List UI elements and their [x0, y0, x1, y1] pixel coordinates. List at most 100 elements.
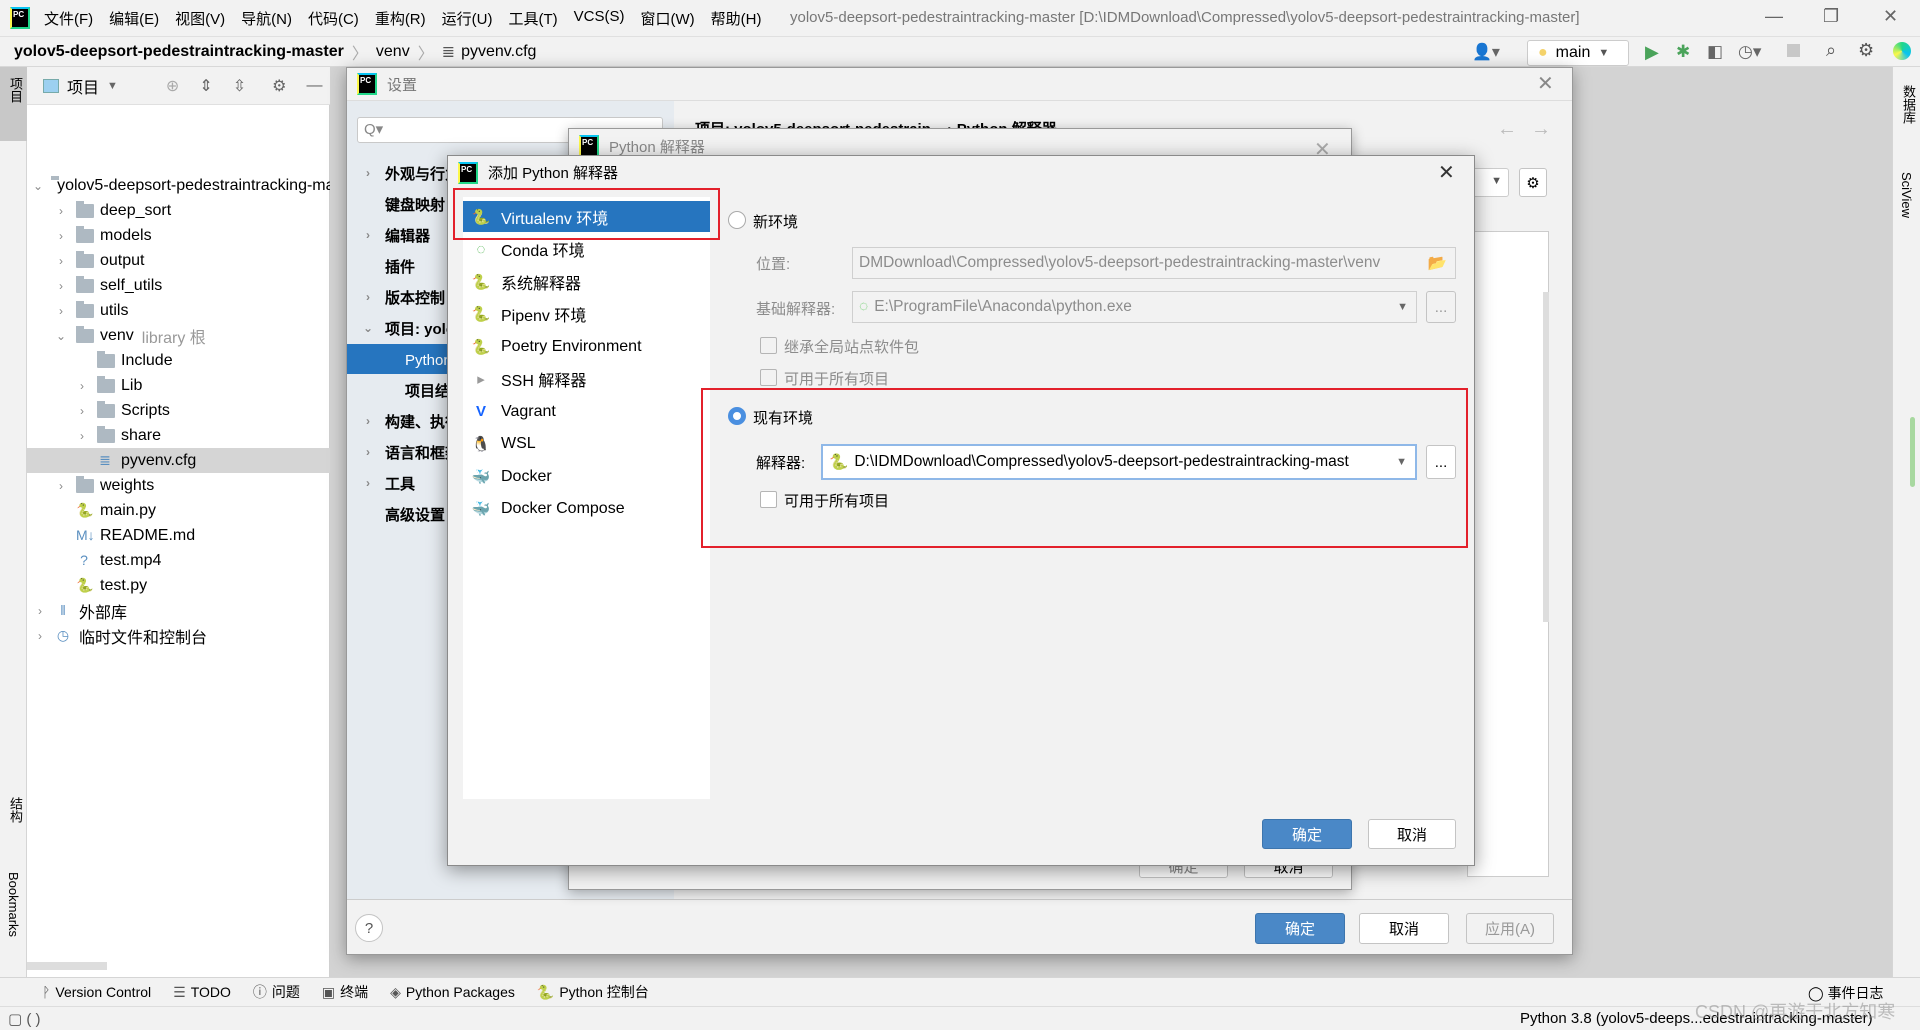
- vcs-user-icon[interactable]: 👤▾: [1472, 42, 1500, 62]
- interpreter-type-item[interactable]: 🐳 Docker: [463, 461, 710, 492]
- settings-gear-icon[interactable]: ⚙: [1858, 40, 1874, 61]
- forward-arrow-icon[interactable]: →: [1531, 118, 1551, 141]
- tree-item[interactable]: › self_utils: [27, 273, 330, 298]
- existing-environment-radio[interactable]: [728, 407, 746, 425]
- interpreter-type-item[interactable]: 🐧 WSL: [463, 429, 710, 460]
- close-window-button[interactable]: ✕: [1883, 6, 1898, 27]
- chevron-right-icon[interactable]: ›: [75, 404, 89, 418]
- gear-icon[interactable]: ⚙: [272, 76, 286, 96]
- minimize-button[interactable]: —: [1765, 6, 1783, 27]
- tool-window-button[interactable]: ◈ Python Packages: [390, 984, 515, 1001]
- chevron-down-icon[interactable]: ⌄: [33, 179, 43, 193]
- base-interpreter-dropdown[interactable]: ◌ E:\ProgramFile\Anaconda\python.exe ▼: [852, 291, 1417, 323]
- chevron-right-icon[interactable]: ›: [54, 229, 68, 243]
- menu-item[interactable]: 视图(V): [175, 8, 225, 29]
- tree-item[interactable]: ? test.mp4: [27, 548, 330, 573]
- structure-tool-tab[interactable]: 结构: [6, 797, 25, 823]
- help-button[interactable]: ?: [355, 914, 383, 942]
- tree-item[interactable]: › utils: [27, 298, 330, 323]
- chevron-right-icon[interactable]: ›: [33, 629, 47, 643]
- interpreter-type-item[interactable]: 🐍 Poetry Environment: [463, 331, 710, 362]
- tree-item[interactable]: Include: [27, 348, 330, 373]
- interpreter-browse-button[interactable]: ...: [1426, 445, 1456, 479]
- menu-item[interactable]: 编辑(E): [109, 8, 159, 29]
- chevron-right-icon[interactable]: ›: [54, 204, 68, 218]
- hide-icon[interactable]: —: [306, 77, 322, 95]
- coverage-icon[interactable]: ◧: [1707, 42, 1723, 62]
- project-view-selector[interactable]: 项目: [67, 74, 99, 98]
- search-icon[interactable]: ⌕: [1826, 40, 1836, 61]
- tree-item[interactable]: › weights: [27, 473, 330, 498]
- back-arrow-icon[interactable]: ←: [1497, 118, 1517, 141]
- menu-item[interactable]: 代码(C): [308, 8, 359, 29]
- menu-item[interactable]: 重构(R): [375, 8, 426, 29]
- chevron-right-icon[interactable]: ›: [33, 604, 47, 618]
- run-config-selector[interactable]: ● main ▼: [1527, 40, 1629, 66]
- jetbrains-toolbox-icon[interactable]: [1893, 42, 1911, 60]
- menu-item[interactable]: 导航(N): [241, 8, 292, 29]
- tree-item[interactable]: ⌄ yolov5-deepsort-pedestraintracking-mast…: [27, 173, 330, 198]
- chevron-down-icon[interactable]: ⌄: [54, 329, 68, 343]
- settings-apply-button[interactable]: 应用(A): [1466, 913, 1554, 944]
- collapse-all-icon[interactable]: ⇳: [233, 76, 246, 96]
- menu-item[interactable]: 文件(F): [44, 8, 93, 29]
- tree-item[interactable]: › models: [27, 223, 330, 248]
- tree-item[interactable]: › ǁ 外部库: [27, 598, 330, 623]
- chevron-right-icon[interactable]: ›: [75, 429, 89, 443]
- interpreter-type-item[interactable]: 🐍 系统解释器: [463, 266, 710, 297]
- new-env-all-projects-checkbox[interactable]: [760, 369, 777, 386]
- breadcrumb-project[interactable]: yolov5-deepsort-pedestraintracking-maste…: [14, 43, 344, 61]
- project-tool-tab[interactable]: 项目: [6, 77, 25, 103]
- restore-button[interactable]: ❐: [1823, 6, 1839, 27]
- folder-browse-icon[interactable]: 📂: [1428, 254, 1447, 273]
- chevron-right-icon[interactable]: ›: [54, 479, 68, 493]
- interpreter-dropdown[interactable]: 🐍 D:\IDMDownload\Compressed\yolov5-deepso…: [821, 444, 1417, 480]
- tree-item[interactable]: › Lib: [27, 373, 330, 398]
- location-field[interactable]: DMDownload\Compressed\yolov5-deepsort-pe…: [852, 247, 1456, 279]
- toggle-tool-windows-icon[interactable]: ▢ ( ): [8, 1010, 41, 1028]
- interpreter-type-item[interactable]: ▸ SSH 解释器: [463, 364, 710, 395]
- horizontal-scrollbar[interactable]: [27, 962, 107, 970]
- interpreter-type-item[interactable]: 🐳 Docker Compose: [463, 494, 710, 525]
- settings-ok-button[interactable]: 确定: [1255, 913, 1345, 944]
- new-environment-radio[interactable]: [728, 211, 746, 229]
- sciview-tool-tab[interactable]: SciView: [1899, 172, 1914, 218]
- menu-item[interactable]: VCS(S): [574, 8, 625, 29]
- tool-window-button[interactable]: ☰ TODO: [173, 984, 231, 1001]
- tree-item[interactable]: › Scripts: [27, 398, 330, 423]
- add-interpreter-close-button[interactable]: ✕: [1438, 160, 1455, 185]
- tool-window-button[interactable]: ⓘ 问题: [253, 982, 300, 1002]
- stop-icon[interactable]: [1787, 44, 1800, 57]
- chevron-right-icon[interactable]: ›: [75, 379, 89, 393]
- profile-icon[interactable]: ◷▾: [1738, 42, 1761, 62]
- interpreter-gear-button[interactable]: ⚙: [1519, 168, 1547, 197]
- interpreter-type-item[interactable]: V Vagrant: [463, 396, 710, 427]
- chevron-right-icon[interactable]: ›: [54, 254, 68, 268]
- settings-cancel-button[interactable]: 取消: [1359, 913, 1449, 944]
- existing-env-all-projects-checkbox[interactable]: [760, 491, 777, 508]
- expand-all-icon[interactable]: ⇕: [199, 76, 212, 96]
- settings-close-button[interactable]: ✕: [1537, 71, 1554, 96]
- interpreter-type-item[interactable]: 🐍 Pipenv 环境: [463, 299, 710, 330]
- tree-item[interactable]: ≣ pyvenv.cfg: [27, 448, 330, 473]
- tree-item[interactable]: › output: [27, 248, 330, 273]
- tree-item[interactable]: 🐍 test.py: [27, 573, 330, 598]
- vertical-scrollbar[interactable]: [1543, 292, 1549, 622]
- breadcrumb-file[interactable]: pyvenv.cfg: [461, 43, 536, 61]
- menu-item[interactable]: 运行(U): [442, 8, 493, 29]
- menu-item[interactable]: 工具(T): [508, 8, 557, 29]
- tool-window-button[interactable]: ▣ 终端: [322, 982, 368, 1002]
- locate-icon[interactable]: ⊕: [166, 76, 179, 96]
- tree-item[interactable]: ⌄ venv library 根: [27, 323, 330, 348]
- tree-item[interactable]: › share: [27, 423, 330, 448]
- tool-window-button[interactable]: 🐍 Python 控制台: [537, 982, 649, 1002]
- bookmarks-tool-tab[interactable]: Bookmarks: [6, 872, 21, 937]
- base-interpreter-browse-button[interactable]: ...: [1426, 291, 1456, 323]
- breadcrumb-venv[interactable]: venv: [376, 43, 410, 61]
- menu-item[interactable]: 帮助(H): [711, 8, 762, 29]
- database-tool-tab[interactable]: 数据库: [1899, 85, 1918, 124]
- run-icon[interactable]: ▶: [1645, 42, 1659, 63]
- tool-window-button[interactable]: ᚹ Version Control: [42, 984, 151, 1000]
- chevron-right-icon[interactable]: ›: [54, 279, 68, 293]
- menu-item[interactable]: 窗口(W): [640, 8, 694, 29]
